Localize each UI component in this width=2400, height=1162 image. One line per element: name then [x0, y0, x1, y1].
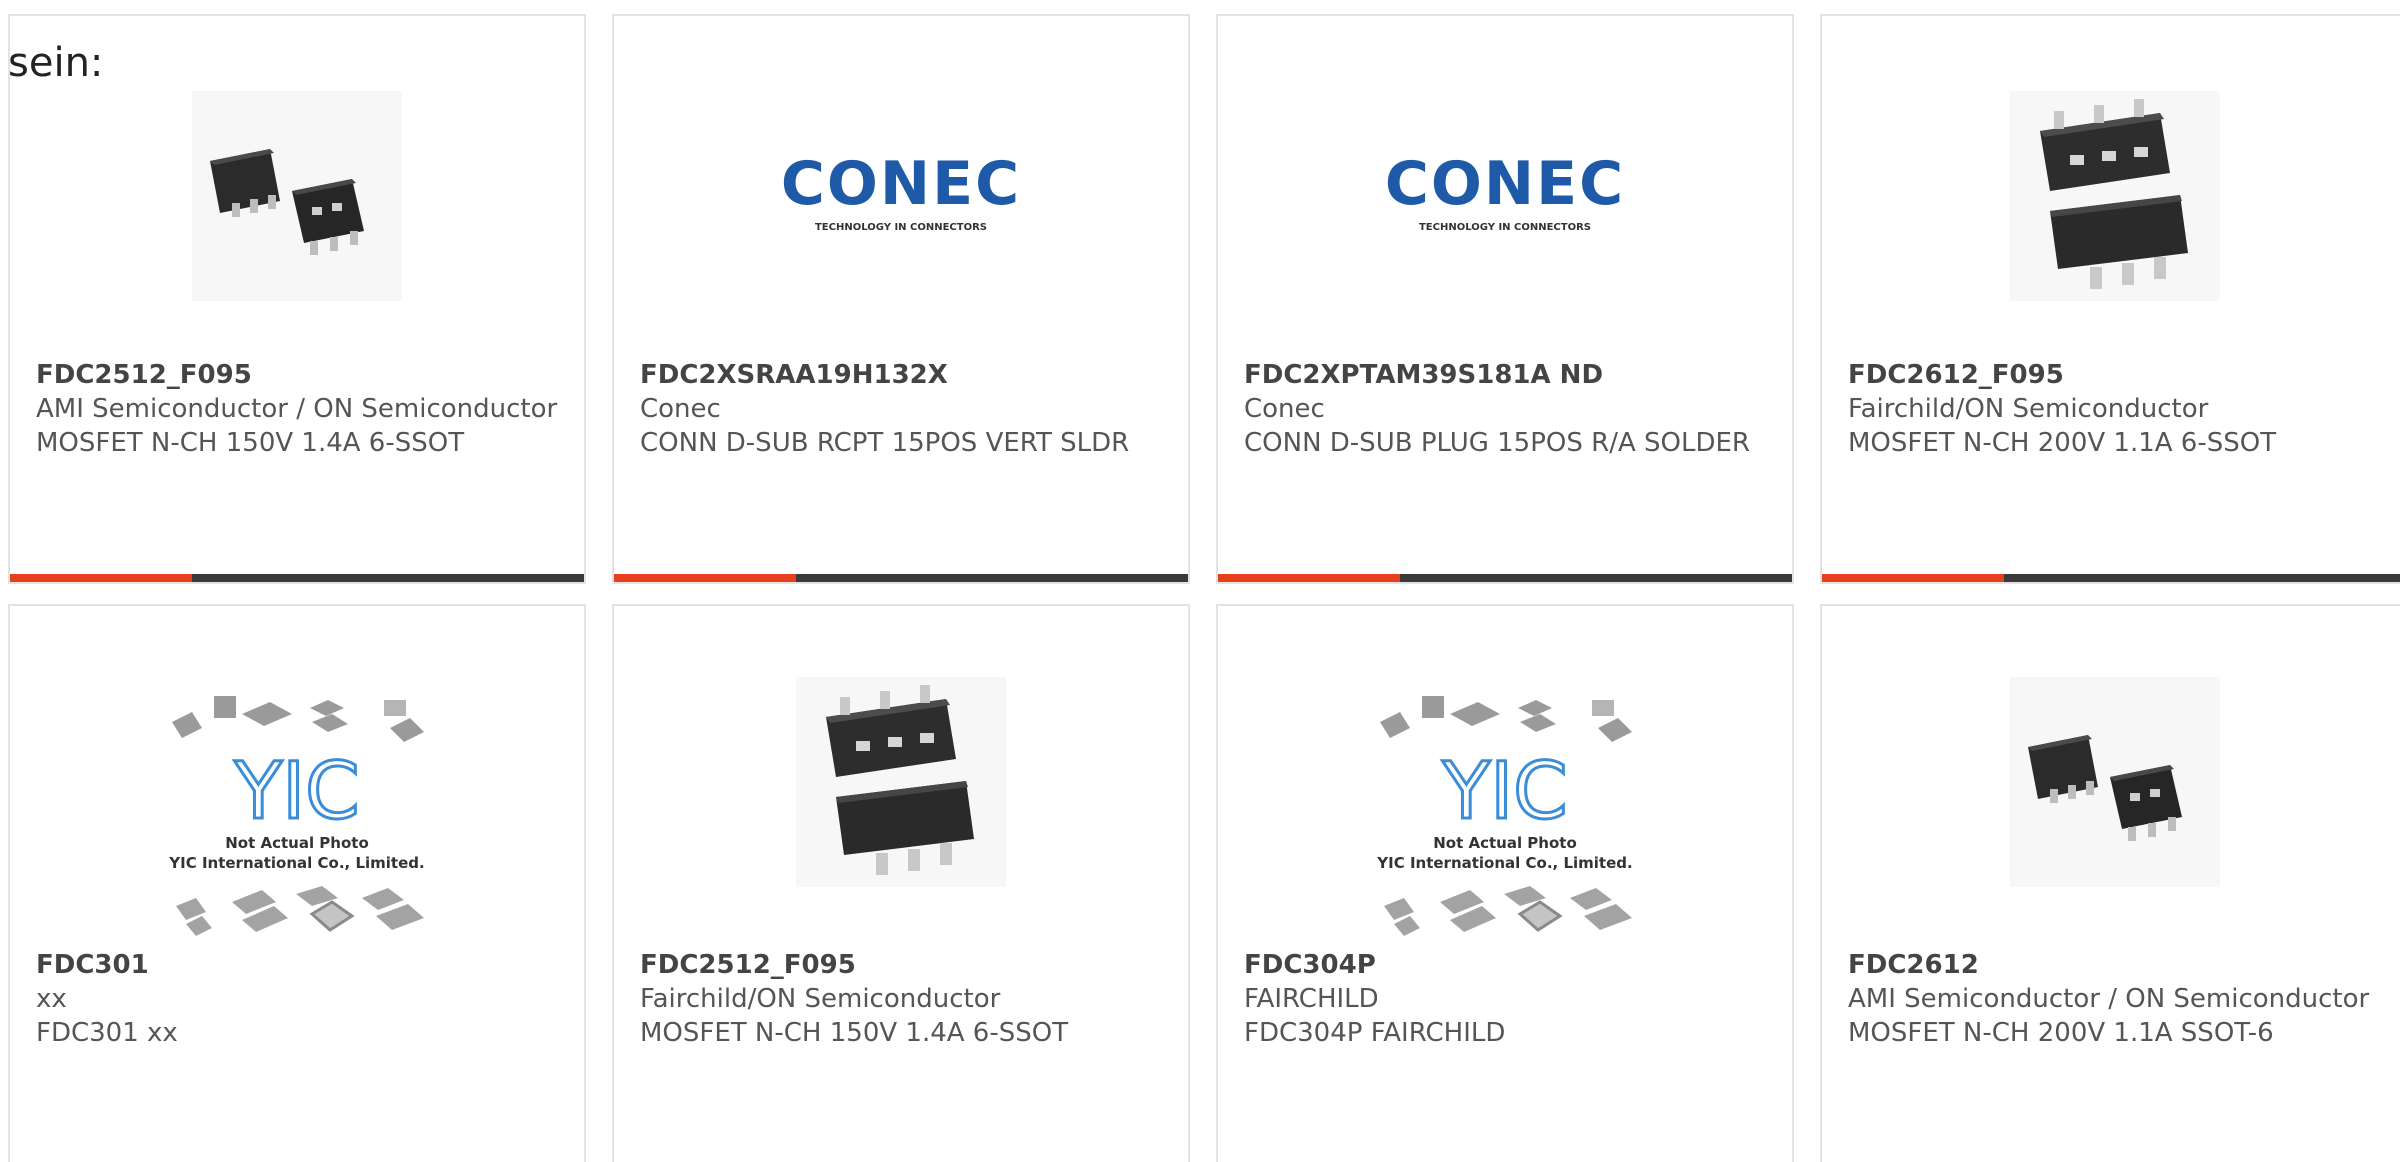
product-info: FDC2612_F095 Fairchild/ON Semiconductor … [1848, 358, 2388, 460]
product-card[interactable]: FDC2612 AMI Semiconductor / ON Semicondu… [1820, 604, 2400, 1162]
product-image-conec-logo[interactable]: CONEC TECHNOLOGY IN CONNECTORS [771, 86, 1031, 306]
yic-logo-mark: YIC [1441, 747, 1567, 837]
manufacturer: Conec [1244, 394, 1325, 424]
conec-logo-tagline: TECHNOLOGY IN CONNECTORS [815, 222, 987, 233]
description: FDC304P FAIRCHILD [1244, 1018, 1506, 1048]
card-accent-bar [614, 574, 796, 582]
product-card[interactable]: FDC2612_F095 Fairchild/ON Semiconductor … [1820, 14, 2400, 584]
conec-logo-word: CONEC [1385, 149, 1625, 219]
product-info: FDC2612 AMI Semiconductor / ON Semicondu… [1848, 948, 2388, 1050]
conec-logo-icon: CONEC TECHNOLOGY IN CONNECTORS [781, 149, 1021, 233]
product-image-sot6-pair[interactable] [187, 86, 407, 306]
product-info: FDC301 xx FDC301 xx [36, 948, 564, 1050]
description: MOSFET N-CH 150V 1.4A 6-SSOT [640, 1018, 1069, 1048]
card-bottom-bar [1218, 574, 1792, 582]
manufacturer: FAIRCHILD [1244, 984, 1379, 1014]
yic-caption-1: Not Actual Photo [1433, 834, 1577, 852]
manufacturer: AMI Semiconductor / ON Semiconductor [36, 394, 558, 424]
card-bottom-bar [10, 574, 584, 582]
description: MOSFET N-CH 200V 1.1A SSOT-6 [1848, 1018, 2274, 1048]
card-accent-bar [1218, 574, 1400, 582]
manufacturer: AMI Semiconductor / ON Semiconductor [1848, 984, 2370, 1014]
part-number[interactable]: FDC2612 [1848, 948, 2388, 982]
part-number[interactable]: FDC2512_F095 [640, 948, 1168, 982]
manufacturer: Fairchild/ON Semiconductor [640, 984, 1001, 1014]
product-card[interactable]: FDC2512_F095 Fairchild/ON Semiconductor … [612, 604, 1190, 1162]
description: MOSFET N-CH 150V 1.4A 6-SSOT [36, 428, 465, 458]
chip-pair-icon [192, 91, 402, 301]
product-image-sot6-pair[interactable] [2005, 672, 2225, 892]
product-image-sot6-stack[interactable] [791, 672, 1011, 892]
product-card[interactable]: YIC Not Actual Photo YIC International C… [8, 604, 586, 1162]
product-card[interactable]: CONEC TECHNOLOGY IN CONNECTORS FDC2XSRAA… [612, 14, 1190, 584]
product-card[interactable]: FDC2512_F095 AMI Semiconductor / ON Semi… [8, 14, 586, 584]
part-number[interactable]: FDC2612_F095 [1848, 358, 2388, 392]
product-info: FDC2512_F095 AMI Semiconductor / ON Semi… [36, 358, 564, 460]
chip-stack-icon [2010, 91, 2220, 301]
product-image-yic-placeholder[interactable]: YIC Not Actual Photo YIC International C… [162, 692, 432, 942]
yic-caption-2: YIC International Co., Limited. [168, 854, 424, 872]
yic-placeholder-icon: YIC Not Actual Photo YIC International C… [168, 696, 425, 936]
yic-logo-mark: YIC [233, 747, 359, 837]
chip-pair-icon [2010, 677, 2220, 887]
product-image-conec-logo[interactable]: CONEC TECHNOLOGY IN CONNECTORS [1375, 86, 1635, 306]
part-number[interactable]: FDC301 [36, 948, 564, 982]
part-number[interactable]: FDC2512_F095 [36, 358, 564, 392]
description: MOSFET N-CH 200V 1.1A 6-SSOT [1848, 428, 2277, 458]
yic-placeholder-icon: YIC Not Actual Photo YIC International C… [1376, 696, 1633, 936]
manufacturer: xx [36, 984, 67, 1014]
product-grid-page: sein: FDC2512_F095 AMI Semiconductor / O… [0, 0, 2400, 1162]
card-accent-bar [10, 574, 192, 582]
product-info: FDC2512_F095 Fairchild/ON Semiconductor … [640, 948, 1168, 1050]
conec-logo-word: CONEC [781, 149, 1021, 219]
manufacturer: Fairchild/ON Semiconductor [1848, 394, 2209, 424]
yic-caption-2: YIC International Co., Limited. [1376, 854, 1632, 872]
card-bottom-bar [614, 574, 1188, 582]
conec-logo-tagline: TECHNOLOGY IN CONNECTORS [1419, 222, 1591, 233]
product-info: FDC2XSRAA19H132X Conec CONN D-SUB RCPT 1… [640, 358, 1168, 460]
product-card[interactable]: CONEC TECHNOLOGY IN CONNECTORS FDC2XPTAM… [1216, 14, 1794, 584]
description: CONN D-SUB PLUG 15POS R/A SOLDER [1244, 428, 1750, 458]
product-image-yic-placeholder[interactable]: YIC Not Actual Photo YIC International C… [1370, 692, 1640, 942]
part-number[interactable]: FDC2XSRAA19H132X [640, 358, 1168, 392]
yic-caption-1: Not Actual Photo [225, 834, 369, 852]
description: CONN D-SUB RCPT 15POS VERT SLDR [640, 428, 1130, 458]
product-info: FDC304P FAIRCHILD FDC304P FAIRCHILD [1244, 948, 1772, 1050]
part-number[interactable]: FDC304P [1244, 948, 1772, 982]
part-number[interactable]: FDC2XPTAM39S181A ND [1244, 358, 1772, 392]
card-bottom-bar [1822, 574, 2400, 582]
product-card[interactable]: YIC Not Actual Photo YIC International C… [1216, 604, 1794, 1162]
card-accent-bar [1822, 574, 2004, 582]
manufacturer: Conec [640, 394, 721, 424]
product-info: FDC2XPTAM39S181A ND Conec CONN D-SUB PLU… [1244, 358, 1772, 460]
chip-stack-icon [796, 677, 1006, 887]
conec-logo-icon: CONEC TECHNOLOGY IN CONNECTORS [1385, 149, 1625, 233]
lead-text: sein: [8, 40, 104, 86]
product-image-sot6-stack[interactable] [2005, 86, 2225, 306]
description: FDC301 xx [36, 1018, 178, 1048]
